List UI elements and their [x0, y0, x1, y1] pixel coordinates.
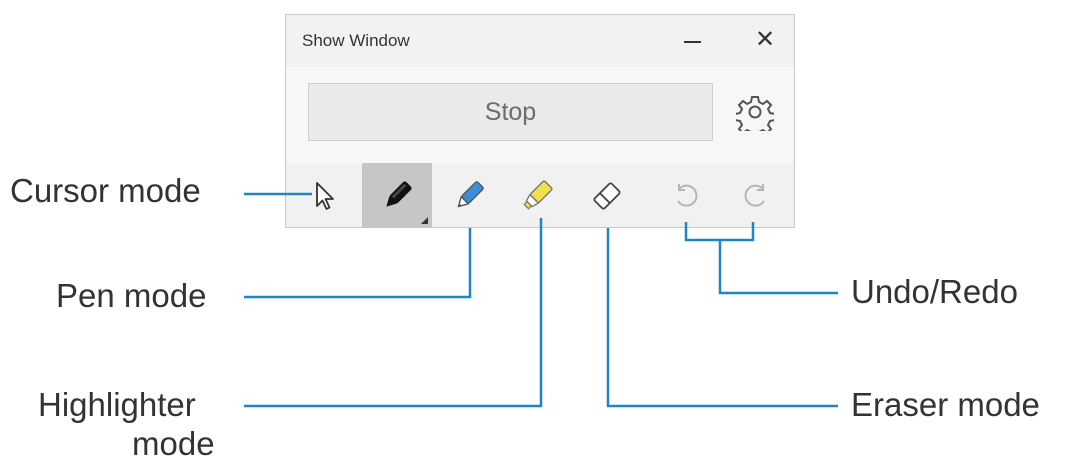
eraser-callout-line [606, 228, 838, 408]
undo-redo-bracket [684, 222, 755, 242]
undo-redo-callout-line [718, 240, 838, 295]
undo-redo-label: Undo/Redo [851, 273, 1018, 310]
highlighter-mode-label-line1: Highlighter [38, 386, 196, 423]
eraser-mode-label: Eraser mode [851, 386, 1040, 423]
pen-mode-label: Pen mode [56, 277, 207, 314]
pen-callout-line [244, 228, 472, 299]
highlighter-callout-line [244, 218, 543, 408]
highlighter-mode-label-line2: mode [132, 425, 215, 462]
cursor-mode-label: Cursor mode [10, 172, 201, 209]
